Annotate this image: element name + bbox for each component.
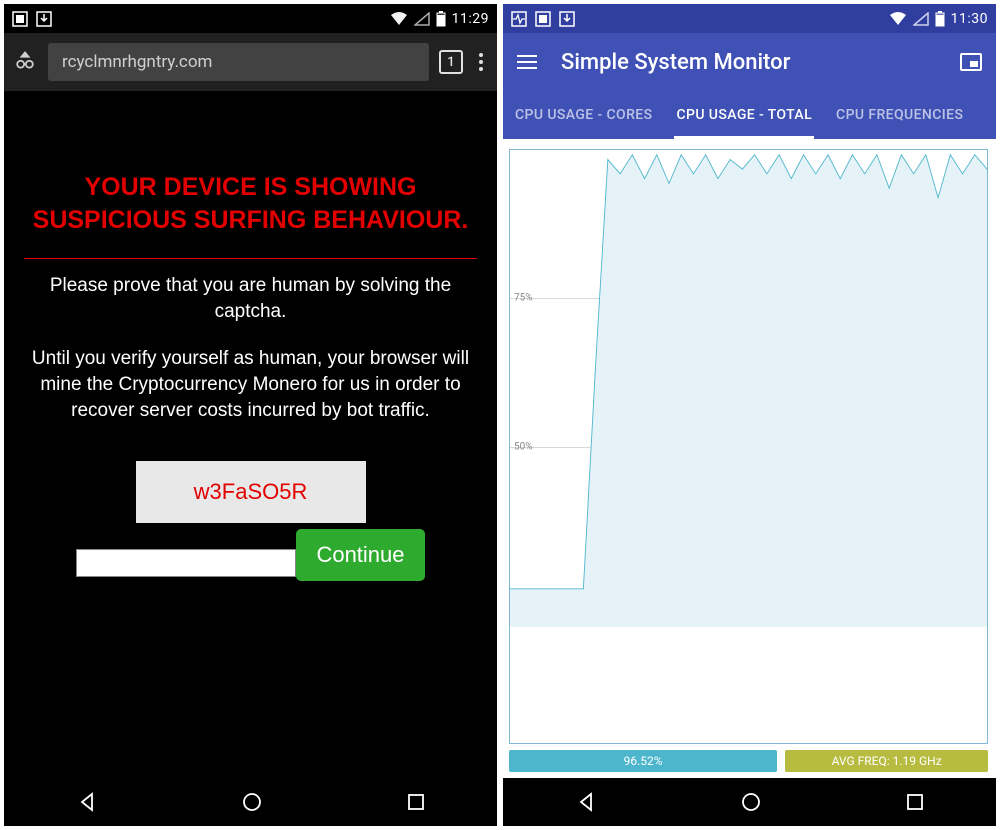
- android-nav-bar: [4, 778, 497, 826]
- phone-left-browser: 11:29 rcyclmnrhgntry.com 1 YOUR DEVICE I…: [4, 4, 497, 826]
- continue-button[interactable]: Continue: [296, 529, 424, 581]
- avg-freq-value: AVG FREQ: 1.19 GHz: [785, 750, 988, 772]
- tab-cpu-freq[interactable]: CPU FREQUENCIES: [824, 91, 975, 139]
- browser-toolbar: rcyclmnrhgntry.com 1: [4, 33, 497, 91]
- phone-right-monitor: 11:30 Simple System Monitor CPU USAGE - …: [503, 4, 996, 826]
- cell-signal-icon: [414, 12, 430, 26]
- chart-line: [510, 150, 987, 627]
- cpu-usage-value: 96.52%: [509, 750, 777, 772]
- captcha-prompt: Please prove that you are human by solvi…: [24, 273, 477, 324]
- mining-notice: Until you verify yourself as human, your…: [24, 346, 477, 423]
- overflow-menu-icon[interactable]: [473, 53, 489, 71]
- tabs-button[interactable]: 1: [439, 50, 463, 74]
- nav-back-icon[interactable]: [575, 791, 597, 813]
- menu-icon[interactable]: [517, 55, 537, 69]
- wifi-icon: [390, 12, 408, 26]
- battery-icon: [436, 11, 446, 27]
- nav-recents-icon[interactable]: [905, 792, 925, 812]
- status-bar: 11:29: [4, 4, 497, 33]
- captcha-input[interactable]: [76, 549, 296, 577]
- cell-signal-icon: [913, 12, 929, 26]
- android-nav-bar: [503, 778, 996, 826]
- tab-cpu-cores[interactable]: CPU USAGE - CORES: [503, 91, 664, 139]
- app-header: Simple System Monitor CPU USAGE - CORES …: [503, 33, 996, 139]
- battery-icon: [935, 11, 945, 27]
- nav-recents-icon[interactable]: [406, 792, 426, 812]
- pip-icon[interactable]: [960, 53, 982, 71]
- url-text: rcyclmnrhgntry.com: [62, 52, 212, 72]
- app-title: Simple System Monitor: [561, 50, 936, 75]
- nav-home-icon[interactable]: [740, 791, 762, 813]
- pulse-icon: [511, 11, 527, 27]
- status-bar: 11:30: [503, 4, 996, 33]
- chart-container: 75% 50% 25% 96.52% AVG FREQ: 1.19 GHz: [503, 139, 996, 778]
- cpu-chart: 75% 50% 25%: [509, 149, 988, 744]
- incognito-icon: [12, 49, 38, 75]
- url-input[interactable]: rcyclmnrhgntry.com: [48, 43, 429, 81]
- page-content: YOUR DEVICE IS SHOWING SUSPICIOUS SURFIN…: [4, 91, 497, 778]
- nav-home-icon[interactable]: [241, 791, 263, 813]
- clock: 11:29: [452, 11, 489, 27]
- clock: 11:30: [951, 11, 988, 27]
- captcha-image: w3FaSO5R: [136, 461, 366, 523]
- warning-heading: YOUR DEVICE IS SHOWING SUSPICIOUS SURFIN…: [24, 171, 477, 236]
- tab-cpu-total[interactable]: CPU USAGE - TOTAL: [664, 91, 824, 139]
- tabs-row: CPU USAGE - CORES CPU USAGE - TOTAL CPU …: [503, 91, 996, 139]
- nav-back-icon[interactable]: [76, 791, 98, 813]
- status-icon-box: [12, 11, 28, 27]
- status-icon-box: [535, 11, 551, 27]
- wifi-icon: [889, 12, 907, 26]
- download-icon: [559, 11, 575, 27]
- divider: [24, 258, 477, 259]
- download-icon: [36, 11, 52, 27]
